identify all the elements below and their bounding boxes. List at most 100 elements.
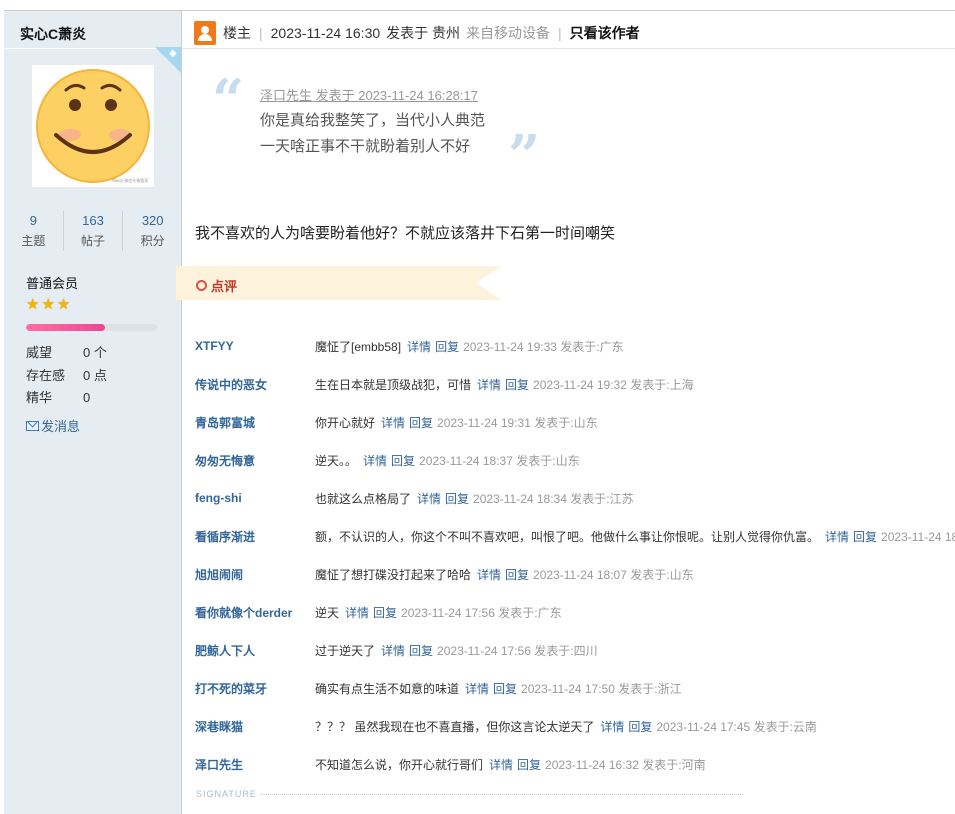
comment-reply-link[interactable]: 回复 [853, 528, 877, 545]
comment-row: XTFYY 魔怔了[embb58] 详情 回复 2023-11-24 19:33 发表于… [195, 327, 955, 365]
comment-detail-link[interactable]: 详情 [381, 414, 405, 431]
comment-detail-link[interactable]: 详情 [381, 642, 405, 659]
quote-source-link[interactable]: 泽口先生 发表于 2023-11-24 16:28:17 [260, 85, 478, 104]
mail-icon [26, 420, 39, 431]
stat-points[interactable]: 320 积分 [122, 211, 182, 251]
comment-author[interactable]: 看循序渐进 [195, 528, 315, 545]
comment-reply-link[interactable]: 回复 [628, 718, 652, 735]
username[interactable]: 实心C萧炎 [20, 24, 86, 44]
comment-text: 魔怔了[embb58] [315, 339, 402, 354]
comment-detail-link[interactable]: 详情 [600, 718, 624, 735]
comment-reply-link[interactable]: 回复 [409, 642, 433, 659]
comment-detail-link[interactable]: 详情 [477, 376, 501, 393]
comment-time: 2023-11-24 17:50 发表于:浙江 [521, 681, 682, 696]
send-message-label: 发消息 [41, 419, 81, 434]
comment-row: 青岛郭富城 你开心就好 详情 回复 2023-11-24 19:31 发表于:山东 [195, 403, 955, 441]
comment-detail-link[interactable]: 详情 [363, 452, 387, 469]
stat-topics[interactable]: 9 主题 [4, 211, 63, 251]
stat-points-value[interactable]: 320 [123, 211, 182, 231]
comment-list: XTFYY 魔怔了[embb58] 详情 回复 2023-11-24 19:33 发表于… [195, 327, 955, 783]
comment-row: 肥鲸人下人 过于逆天了 详情 回复 2023-11-24 17:56 发表于:四川 [195, 631, 955, 669]
stat-topics-label: 主题 [21, 234, 46, 248]
post-body: 我不喜欢的人为啥要盼着他好？不就应该落井下石第一时间嘲笑 [195, 225, 616, 242]
stat-posts[interactable]: 163 帖子 [62, 211, 123, 251]
comment-reply-link[interactable]: 回复 [517, 756, 541, 773]
comment-section-label: 点评 [211, 279, 238, 294]
comment-text: 逆天。。 [315, 453, 358, 468]
rank-stars: ★ ★ ★ [26, 297, 70, 312]
comment-reply-link[interactable]: 回复 [505, 566, 529, 583]
comment-detail-link[interactable]: 详情 [825, 528, 849, 545]
signature-dots [260, 793, 743, 795]
comment-detail-link[interactable]: 详情 [477, 566, 501, 583]
only-author-link[interactable]: 只看该作者 [570, 23, 640, 43]
star-icon: ★ [41, 296, 55, 313]
level-progress [26, 324, 157, 331]
comment-author[interactable]: 看你就像个derder [195, 604, 315, 621]
attr-presence-value: 0 点 [83, 368, 107, 383]
comment-time: 2023-11-24 19:32 发表于:上海 [533, 377, 694, 392]
op-label: 楼主 [223, 25, 251, 41]
comment-time: 2023-11-24 17:56 发表于:广东 [401, 605, 562, 620]
comment-author[interactable]: 肥鲸人下人 [195, 642, 315, 659]
comment-time: 2023-11-24 16:32 发表于:河南 [545, 757, 706, 772]
header-separator: | [558, 25, 562, 41]
comment-author[interactable]: 匆匆无悔意 [195, 452, 315, 469]
star-icon: ★ [56, 296, 71, 313]
header-divider [182, 48, 955, 49]
attr-prestige: 威望 0 个 [26, 342, 107, 361]
device-source: 来自移动设备 [466, 25, 551, 41]
attr-presence: 存在感 0 点 [26, 365, 107, 384]
comment-author[interactable]: XTFYY [195, 339, 315, 353]
comment-author[interactable]: 打不死的菜牙 [195, 680, 315, 697]
header-separator: | [259, 25, 263, 41]
comment-author[interactable]: 深巷眯猫 [195, 718, 315, 735]
comment-reply-link[interactable]: 回复 [493, 680, 517, 697]
comment-detail-link[interactable]: 详情 [465, 680, 489, 697]
comment-time: 2023-11-24 17:45 发表于:云南 [656, 719, 817, 734]
stat-posts-label: 帖子 [81, 234, 106, 248]
android-icon: ◆ [169, 48, 177, 59]
comment-row: 传说中的恶女 生在日本就是顶级战犯，可惜 详情 回复 2023-11-24 19:32 … [195, 365, 955, 403]
comment-author[interactable]: feng-shi [195, 491, 315, 505]
comment-detail-link[interactable]: 详情 [345, 604, 369, 621]
comment-author[interactable]: 传说中的恶女 [195, 376, 315, 393]
comment-text: 不知道怎么说，你开心就行哥们 [315, 757, 484, 772]
user-sidebar: 实心C萧炎 ◆ Weiqi 微信头像管家 9 主题 163 帖子 320 积分 [4, 10, 182, 814]
quote-close-icon: ” [508, 123, 541, 189]
signature-divider: SIGNATURE [196, 789, 743, 799]
stat-posts-value[interactable]: 163 [64, 211, 123, 231]
post-header: 楼主 | 2023-11-24 16:30 发表于 贵州 来自移动设备 | 只看… [194, 20, 640, 46]
comment-row: 旭旭闹闹 魔怔了想打碟没打起来了哈哈 详情 回复 2023-11-24 18:07 发表… [195, 555, 955, 593]
comment-detail-link[interactable]: 详情 [407, 338, 431, 355]
op-user-icon [194, 21, 216, 45]
star-icon: ★ [26, 296, 40, 313]
avatar-caption: Weiqi 微信头像管家 [112, 177, 148, 183]
comment-author[interactable]: 泽口先生 [195, 756, 315, 773]
comment-reply-link[interactable]: 回复 [373, 604, 397, 621]
comment-reply-link[interactable]: 回复 [445, 490, 469, 507]
comment-author[interactable]: 青岛郭富城 [195, 414, 315, 431]
comment-reply-link[interactable]: 回复 [435, 338, 459, 355]
avatar[interactable]: Weiqi 微信头像管家 [32, 65, 154, 187]
posted-in: 发表于 贵州 [386, 25, 461, 41]
attr-essence-value: 0 [83, 390, 91, 405]
stat-topics-value[interactable]: 9 [4, 211, 63, 231]
comment-reply-link[interactable]: 回复 [409, 414, 433, 431]
attr-prestige-key: 威望 [26, 345, 53, 360]
signature-label: SIGNATURE [196, 789, 257, 799]
comment-reply-link[interactable]: 回复 [505, 376, 529, 393]
comment-time: 2023-11-24 18:07 发表于:山东 [533, 567, 694, 582]
comment-time: 2023-11-24 18:34 发表于:江苏 [473, 491, 634, 506]
comment-row: 泽口先生 不知道怎么说，你开心就行哥们 详情 回复 2023-11-24 16:32 发… [195, 745, 955, 783]
comment-text: 确实有点生活不如意的味道 [315, 681, 460, 696]
user-group[interactable]: 普通会员 [26, 273, 78, 292]
quote-line-2: 一天啥正事不干就盼着别人不好 [260, 138, 471, 155]
comment-reply-link[interactable]: 回复 [391, 452, 415, 469]
comment-detail-link[interactable]: 详情 [417, 490, 441, 507]
comment-row: 打不死的菜牙 确实有点生活不如意的味道 详情 回复 2023-11-24 17:50 发… [195, 669, 955, 707]
post-top-border [182, 10, 955, 11]
send-message-link[interactable]: 发消息 [26, 416, 80, 435]
comment-author[interactable]: 旭旭闹闹 [195, 566, 315, 583]
comment-detail-link[interactable]: 详情 [489, 756, 513, 773]
